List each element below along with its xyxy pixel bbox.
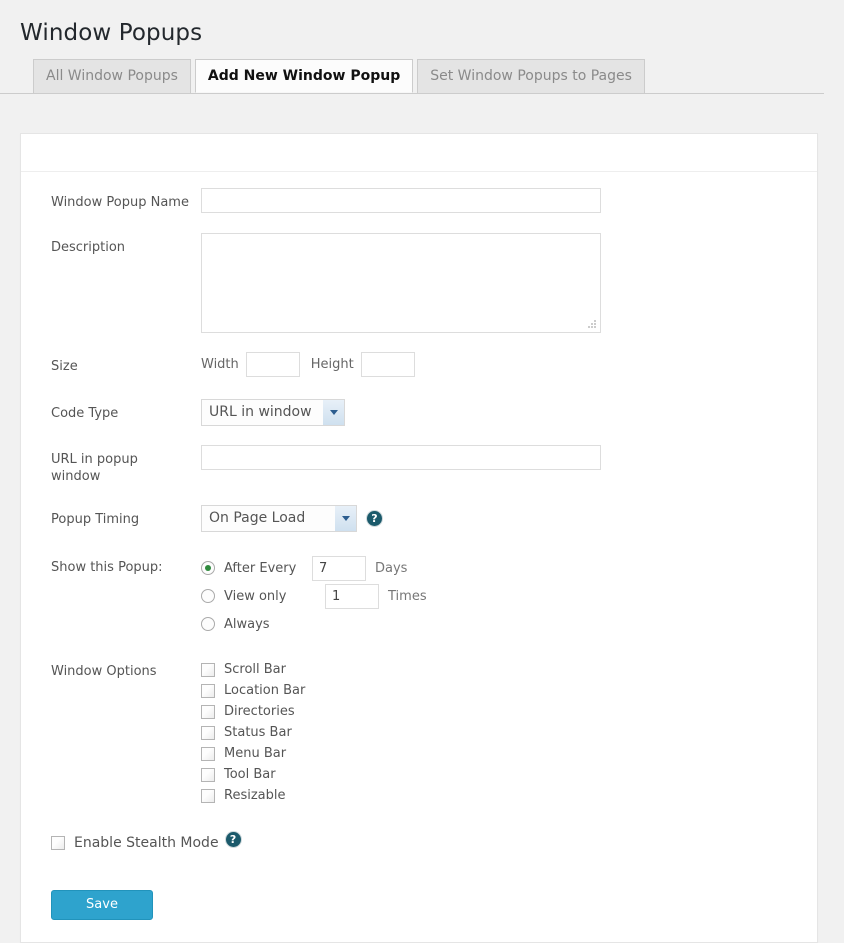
- label-size: Size: [51, 359, 78, 374]
- checkbox-label-menu-bar: Menu Bar: [224, 746, 287, 761]
- radio-view-only[interactable]: [201, 589, 215, 603]
- label-description: Description: [51, 240, 126, 255]
- tab-all-window-popups[interactable]: All Window Popups: [33, 59, 191, 93]
- checkbox-label-directories: Directories: [224, 704, 295, 719]
- checkbox-location-bar[interactable]: [201, 683, 215, 698]
- view-only-times-input[interactable]: [325, 583, 379, 609]
- field-row-popup-name: Window Popup Name: [21, 188, 817, 213]
- help-question-icon[interactable]: ?: [225, 831, 241, 847]
- field-row-popup-timing: Popup Timing On Page Load ?: [21, 505, 817, 532]
- radio-label-after-every: After Every: [224, 560, 297, 576]
- radio-label-view-only: View only: [224, 588, 287, 604]
- field-row-size: Size Width Height: [21, 352, 817, 377]
- checkbox-label-status-bar: Status Bar: [224, 725, 292, 740]
- url-input[interactable]: [201, 445, 601, 470]
- popup-timing-select-wrapper: On Page Load: [201, 505, 357, 532]
- panel-header: [21, 134, 817, 172]
- field-row-code-type: Code Type URL in window: [21, 399, 817, 426]
- checkbox-row-directories[interactable]: Directories: [201, 701, 817, 722]
- control-popup-name: [201, 188, 817, 213]
- control-code-type: URL in window: [201, 399, 817, 426]
- control-show-popup: After Every Days View only Times Always: [201, 554, 817, 638]
- radio-always[interactable]: [201, 617, 215, 631]
- checkbox-row-status-bar[interactable]: Status Bar: [201, 722, 817, 743]
- control-url: [201, 445, 817, 470]
- code-type-select[interactable]: URL in window: [201, 399, 345, 426]
- field-row-window-options: Window Options Scroll Bar Location Bar D…: [21, 659, 817, 806]
- label-popup-timing: Popup Timing: [51, 512, 140, 527]
- tab-add-new-window-popup[interactable]: Add New Window Popup: [194, 59, 414, 93]
- radio-row-after-every[interactable]: After Every Days: [201, 554, 817, 582]
- popup-name-input[interactable]: [201, 188, 601, 213]
- suffix-days: Days: [375, 560, 408, 576]
- label-height: Height: [310, 357, 354, 372]
- label-code-type: Code Type: [51, 406, 119, 421]
- checkbox-directories[interactable]: [201, 704, 215, 719]
- form-panel: Window Popup Name Description Size Width…: [20, 133, 818, 943]
- label-show-popup: Show this Popup:: [51, 560, 163, 575]
- checkbox-label-location-bar: Location Bar: [224, 683, 306, 698]
- height-input[interactable]: [360, 352, 415, 377]
- checkbox-row-resizable[interactable]: Resizable: [201, 785, 817, 806]
- field-row-description: Description: [21, 233, 817, 333]
- label-url: URL in popup window: [51, 452, 138, 484]
- tab-set-window-popups-to-pages[interactable]: Set Window Popups to Pages: [417, 59, 645, 93]
- save-button[interactable]: Save: [51, 890, 153, 920]
- save-button-wrapper: Save: [21, 890, 817, 920]
- label-width: Width: [201, 357, 239, 372]
- popup-timing-select[interactable]: On Page Load: [201, 505, 357, 532]
- label-window-options: Window Options: [51, 664, 157, 679]
- checkbox-resizable[interactable]: [201, 788, 215, 803]
- checkbox-tool-bar[interactable]: [201, 767, 215, 782]
- radio-row-view-only[interactable]: View only Times: [201, 582, 817, 610]
- stealth-mode-row[interactable]: Enable Stealth Mode ?: [21, 831, 817, 854]
- after-every-days-input[interactable]: [312, 555, 366, 581]
- checkbox-status-bar[interactable]: [201, 725, 215, 740]
- checkbox-label-scroll-bar: Scroll Bar: [224, 662, 286, 677]
- radio-label-always: Always: [224, 616, 270, 632]
- radio-row-always[interactable]: Always: [201, 610, 817, 638]
- checkbox-label-enable-stealth-mode: Enable Stealth Mode: [74, 835, 219, 851]
- help-question-icon[interactable]: ?: [367, 511, 382, 526]
- tab-bar: All Window Popups Add New Window Popup Set…: [0, 59, 824, 94]
- checkbox-scroll-bar[interactable]: [201, 662, 215, 677]
- panel-body: Window Popup Name Description Size Width…: [21, 172, 817, 942]
- description-textarea[interactable]: [201, 233, 601, 333]
- control-description: [201, 233, 817, 333]
- checkbox-row-location-bar[interactable]: Location Bar: [201, 680, 817, 701]
- page-title: Window Popups: [20, 20, 203, 46]
- suffix-times: Times: [388, 588, 427, 604]
- radio-after-every[interactable]: [201, 561, 215, 575]
- field-row-url: URL in popup window: [21, 445, 817, 485]
- checkbox-row-scroll-bar[interactable]: Scroll Bar: [201, 659, 817, 680]
- checkbox-label-resizable: Resizable: [224, 788, 286, 803]
- checkbox-enable-stealth-mode[interactable]: [51, 836, 65, 850]
- control-window-options: Scroll Bar Location Bar Directories Stat…: [201, 659, 817, 806]
- control-popup-timing: On Page Load ?: [201, 505, 817, 532]
- checkbox-row-tool-bar[interactable]: Tool Bar: [201, 764, 817, 785]
- description-wrapper: [201, 233, 601, 333]
- code-type-select-wrapper: URL in window: [201, 399, 345, 426]
- field-row-show-popup: Show this Popup: After Every Days View o…: [21, 554, 817, 638]
- label-popup-name: Window Popup Name: [51, 195, 189, 210]
- checkbox-menu-bar[interactable]: [201, 746, 215, 761]
- width-input[interactable]: [245, 352, 300, 377]
- checkbox-label-tool-bar: Tool Bar: [224, 767, 276, 782]
- control-size: Width Height: [201, 352, 817, 377]
- checkbox-row-menu-bar[interactable]: Menu Bar: [201, 743, 817, 764]
